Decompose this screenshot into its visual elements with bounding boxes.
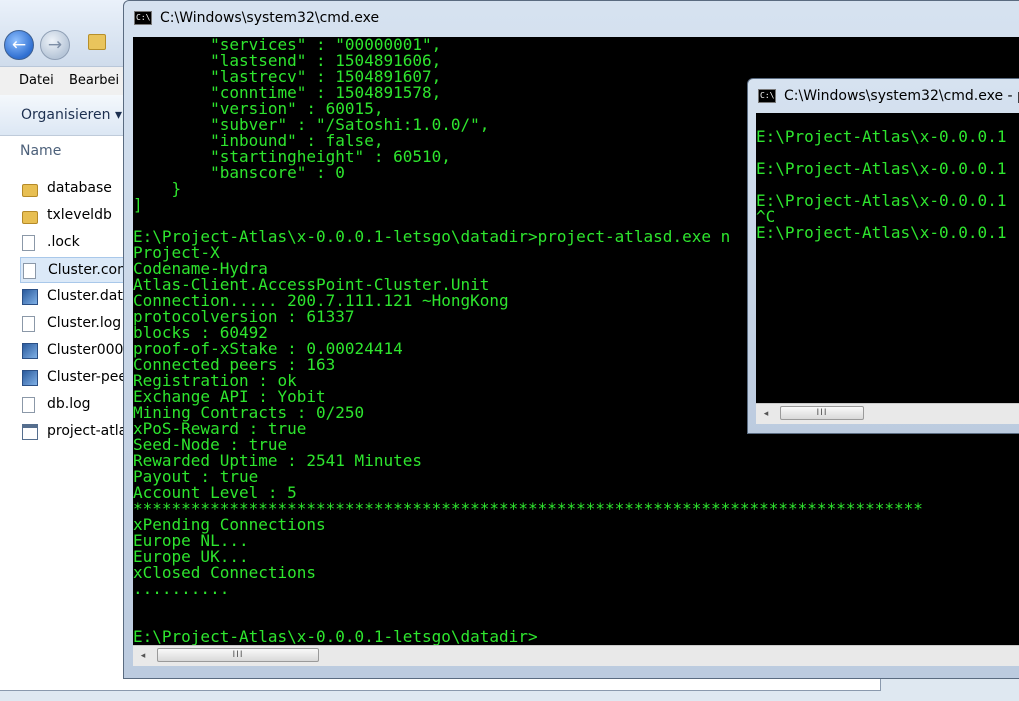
back-button[interactable]: ← bbox=[4, 30, 34, 60]
forward-button[interactable]: → bbox=[40, 30, 70, 60]
main-horizontal-scrollbar[interactable]: ◂ III bbox=[133, 645, 1019, 666]
file-item[interactable]: database bbox=[20, 176, 130, 202]
file-icon bbox=[22, 235, 35, 251]
secondary-console-text: E:\Project-Atlas\x-0.0.0.1 E:\Project-At… bbox=[756, 127, 1007, 242]
secondary-console-window[interactable]: C:\ C:\Windows\system32\cmd.exe - pro E:… bbox=[747, 78, 1019, 434]
file-name: .lock bbox=[47, 234, 80, 250]
secondary-console-title: C:\Windows\system32\cmd.exe - pro bbox=[784, 88, 1019, 104]
folder-icon bbox=[22, 184, 38, 197]
file-item[interactable]: project-atla bbox=[20, 419, 130, 445]
file-item[interactable]: Cluster0001 bbox=[20, 338, 133, 364]
folder-icon bbox=[22, 211, 38, 224]
file-item-selected[interactable]: Cluster.conf bbox=[20, 257, 131, 283]
scroll-left-arrow-icon[interactable]: ◂ bbox=[133, 646, 153, 666]
organise-button[interactable]: Organisieren ▾ bbox=[21, 107, 122, 123]
organise-label: Organisieren bbox=[21, 107, 111, 123]
window-file-icon bbox=[22, 424, 38, 440]
file-item[interactable]: txleveldb bbox=[20, 203, 130, 229]
console-icon: C:\ bbox=[134, 11, 152, 25]
file-icon bbox=[22, 316, 35, 332]
file-item[interactable]: Cluster.dat bbox=[20, 284, 130, 310]
column-header-name[interactable]: Name bbox=[20, 143, 61, 159]
app-file-icon bbox=[22, 370, 38, 386]
file-item[interactable]: .lock bbox=[20, 230, 130, 256]
file-name: db.log bbox=[47, 396, 91, 412]
file-item[interactable]: Cluster-pee bbox=[20, 365, 130, 391]
file-name: project-atla bbox=[47, 423, 128, 439]
console-icon: C:\ bbox=[758, 89, 776, 103]
file-name: Cluster.dat bbox=[47, 288, 123, 304]
file-icon bbox=[22, 397, 35, 413]
main-console-titlebar[interactable]: C:\ C:\Windows\system32\cmd.exe bbox=[124, 1, 1019, 37]
secondary-console-output[interactable]: E:\Project-Atlas\x-0.0.0.1 E:\Project-At… bbox=[756, 113, 1019, 403]
menu-edit[interactable]: Bearbei bbox=[69, 73, 119, 88]
secondary-console-titlebar[interactable]: C:\ C:\Windows\system32\cmd.exe - pro bbox=[748, 79, 1019, 115]
address-folder-icon bbox=[88, 34, 106, 50]
secondary-scroll-thumb[interactable]: III bbox=[780, 406, 864, 420]
file-name: Cluster0001 bbox=[47, 342, 133, 358]
main-scroll-thumb[interactable]: III bbox=[157, 648, 319, 662]
config-file-icon bbox=[23, 263, 36, 279]
secondary-horizontal-scrollbar[interactable]: ◂ III bbox=[756, 403, 1019, 424]
file-name: Cluster.log bbox=[47, 315, 122, 331]
file-name: txleveldb bbox=[47, 207, 112, 223]
app-file-icon bbox=[22, 343, 38, 359]
file-name: Cluster-pee bbox=[47, 369, 127, 385]
file-item[interactable]: db.log bbox=[20, 392, 130, 418]
file-item[interactable]: Cluster.log bbox=[20, 311, 130, 337]
file-name: database bbox=[47, 180, 112, 196]
menu-file[interactable]: Datei bbox=[19, 73, 54, 88]
file-name: Cluster.conf bbox=[48, 262, 131, 278]
app-file-icon bbox=[22, 289, 38, 305]
main-console-title: C:\Windows\system32\cmd.exe bbox=[160, 10, 380, 26]
scroll-left-arrow-icon[interactable]: ◂ bbox=[756, 404, 776, 424]
